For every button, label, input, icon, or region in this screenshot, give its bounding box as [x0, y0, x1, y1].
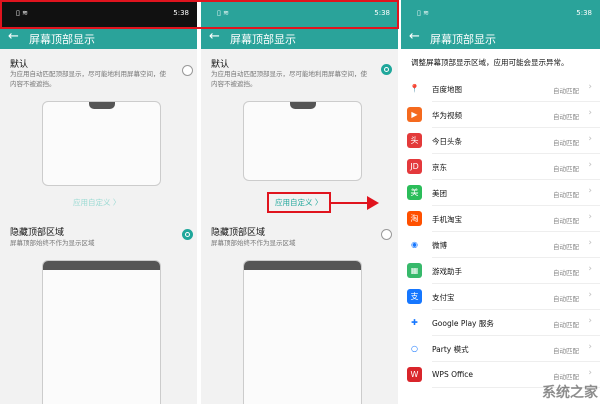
puzzle-icon: ✚: [407, 315, 422, 330]
phone-preview-hidden: [243, 260, 362, 404]
app-row[interactable]: 支 支付宝 自动匹配 ›: [401, 284, 600, 310]
default-radio[interactable]: [381, 64, 392, 75]
app-row[interactable]: ▶ 华为视频 自动匹配 ›: [401, 102, 600, 128]
chevron-right-icon: ›: [588, 212, 592, 222]
weibo-icon: ◉: [407, 237, 422, 252]
watermark-logo: 系统之家: [542, 385, 598, 401]
app-name: Google Play 服务: [432, 319, 494, 328]
default-option-desc: 为应用自动匹配顶部显示，尽可能地利用屏幕空间，使内容不被遮挡。: [10, 70, 166, 88]
chevron-right-icon: ›: [588, 316, 592, 326]
back-arrow-icon[interactable]: ←: [409, 29, 420, 44]
status-time: 5:38: [576, 9, 592, 17]
chevron-right-icon: ›: [588, 160, 592, 170]
phone-preview-hidden: [42, 260, 161, 404]
page-title: 屏幕顶部显示: [29, 33, 95, 46]
app-row[interactable]: JD 京东 自动匹配 ›: [401, 154, 600, 180]
app-mode: 自动匹配: [553, 113, 579, 121]
app-mode: 自动匹配: [553, 321, 579, 329]
page-title: 屏幕顶部显示: [430, 33, 496, 46]
default-radio[interactable]: [182, 65, 193, 76]
meituan-icon: 美团: [407, 185, 422, 212]
chevron-right-icon: ›: [588, 186, 592, 196]
jd-icon: JD: [407, 159, 422, 174]
app-mode: 自动匹配: [553, 139, 579, 147]
app-name: 百度地图: [432, 85, 462, 94]
hide-option-title: 隐藏顶部区域: [10, 228, 65, 238]
app-name: 微博: [432, 241, 447, 250]
phone-preview-notch: [42, 101, 161, 186]
app-mode: 自动匹配: [553, 347, 579, 355]
status-bar: ▯ ≋ 5:38: [401, 0, 600, 27]
screen-panel-3: ▯ ≋ 5:38 ← 屏幕顶部显示 调整屏幕顶部显示区域，应用可能会显示异常。 …: [401, 0, 600, 404]
back-arrow-icon[interactable]: ←: [209, 29, 220, 44]
chevron-right-icon: ›: [588, 264, 592, 274]
title-bar: ← 屏幕顶部显示: [0, 27, 197, 49]
alipay-icon: 支: [407, 289, 422, 304]
app-mode: 自动匹配: [553, 373, 579, 381]
hidden-top-bar: [43, 261, 160, 270]
app-mode: 自动匹配: [553, 165, 579, 173]
notch: [89, 102, 115, 109]
app-mode: 自动匹配: [553, 217, 579, 225]
title-bar: ← 屏幕顶部显示: [401, 27, 600, 49]
chevron-right-icon: ›: [588, 342, 592, 352]
statusbar-highlight-box: [0, 0, 399, 29]
app-name: 今日头条: [432, 137, 462, 146]
hide-option-desc: 屏幕顶部始终不作为显示区域: [211, 239, 296, 247]
app-name: 美团: [432, 189, 447, 198]
title-bar: ← 屏幕顶部显示: [201, 27, 398, 49]
custom-link-highlight-box: [267, 192, 331, 213]
app-name: 京东: [432, 163, 447, 172]
notch: [290, 102, 316, 109]
game-icon: ▦: [407, 263, 422, 278]
hidden-top-bar: [244, 261, 361, 270]
sim-wifi-icons: ▯ ≋: [417, 9, 429, 17]
wps-icon: W: [407, 367, 422, 382]
app-row[interactable]: ◉ 微博 自动匹配 ›: [401, 232, 600, 258]
phone-preview-notch: [243, 101, 362, 181]
custom-app-link[interactable]: 应用自定义 〉: [73, 197, 120, 208]
app-name: WPS Office: [432, 370, 473, 379]
party-icon: ○: [407, 341, 422, 356]
app-row[interactable]: 头条 今日头条 自动匹配 ›: [401, 128, 600, 160]
app-name: 游戏助手: [432, 267, 462, 276]
taobao-icon: 淘: [407, 211, 422, 226]
app-mode: 自动匹配: [553, 243, 579, 251]
chevron-right-icon: ›: [588, 82, 592, 92]
app-mode: 自动匹配: [553, 191, 579, 199]
app-mode: 自动匹配: [553, 269, 579, 277]
app-row[interactable]: ▦ 游戏助手 自动匹配 ›: [401, 258, 600, 284]
play-icon: ▶: [407, 107, 422, 122]
hide-option-desc: 屏幕顶部始终不作为显示区域: [10, 239, 95, 247]
app-mode: 自动匹配: [553, 295, 579, 303]
app-row[interactable]: ✚ Google Play 服务 自动匹配 ›: [401, 310, 600, 336]
map-pin-icon: 📍: [407, 81, 422, 96]
chevron-right-icon: ›: [588, 368, 592, 378]
app-mode: 自动匹配: [553, 87, 579, 95]
app-name: Party 模式: [432, 345, 469, 354]
app-row[interactable]: 淘 手机淘宝 自动匹配 ›: [401, 206, 600, 232]
chevron-right-icon: ›: [588, 238, 592, 248]
app-row[interactable]: 📍 百度地图 自动匹配 ›: [401, 76, 600, 102]
hide-option-title: 隐藏顶部区域: [211, 228, 266, 238]
app-row[interactable]: 美团 美团 自动匹配 ›: [401, 180, 600, 212]
chevron-right-icon: ›: [588, 290, 592, 300]
red-arrow-icon: [331, 196, 379, 210]
page-title: 屏幕顶部显示: [230, 33, 296, 46]
app-list-header: 调整屏幕顶部显示区域，应用可能会显示异常。: [401, 49, 600, 73]
app-name: 手机淘宝: [432, 215, 462, 224]
app-name: 华为视频: [432, 111, 462, 120]
default-option-desc: 为应用自动匹配顶部显示，尽可能地利用屏幕空间，使内容不被遮挡。: [211, 70, 367, 88]
app-row[interactable]: ○ Party 模式 自动匹配 ›: [401, 336, 600, 362]
screen-panel-1: ▯ ≋ 5:38 ← 屏幕顶部显示 默认 为应用自动匹配顶部显示，尽可能地利用屏…: [0, 0, 197, 404]
back-arrow-icon[interactable]: ←: [8, 29, 19, 44]
chevron-right-icon: ›: [588, 108, 592, 118]
toutiao-icon: 头条: [407, 133, 422, 160]
hide-radio[interactable]: [381, 229, 392, 240]
app-name: 支付宝: [432, 293, 455, 302]
chevron-right-icon: ›: [588, 134, 592, 144]
hide-radio[interactable]: [182, 229, 193, 240]
